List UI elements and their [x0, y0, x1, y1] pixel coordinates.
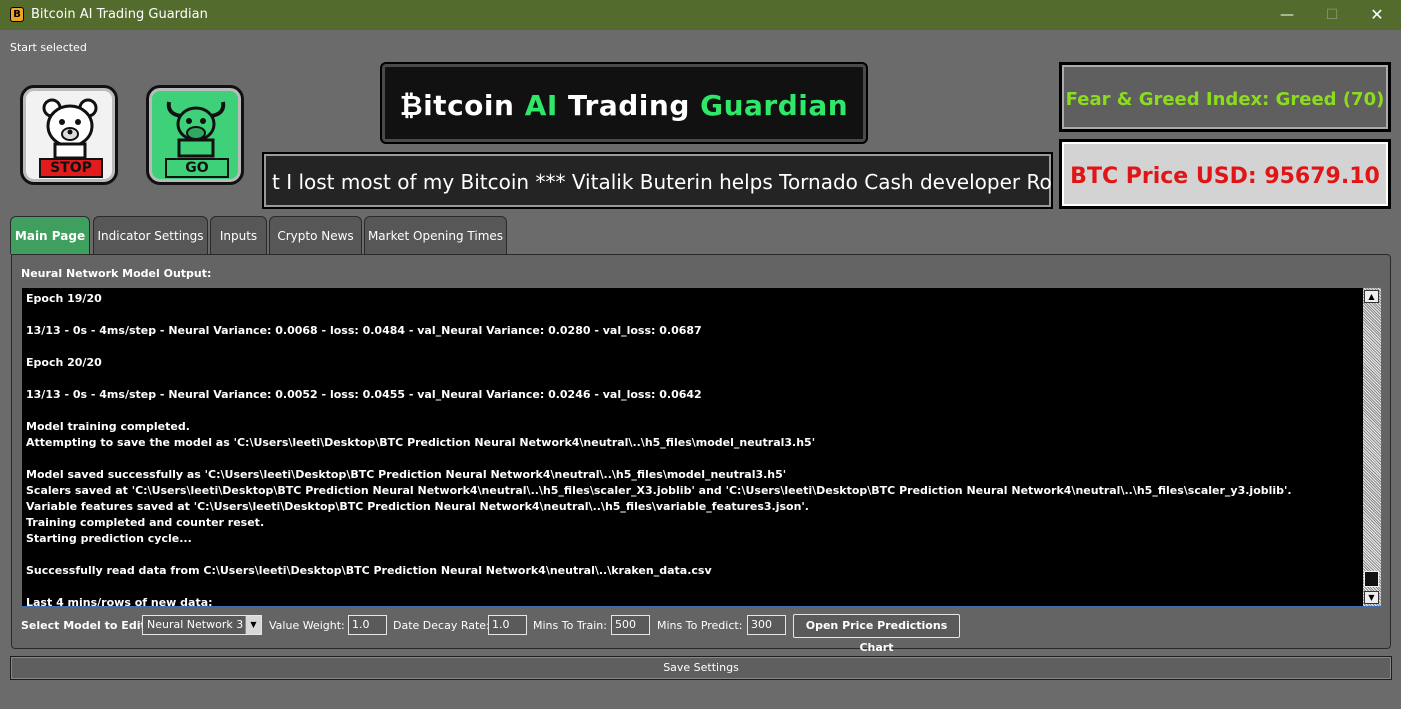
window-title: Bitcoin AI Trading Guardian	[31, 7, 208, 22]
stop-button[interactable]: STOP	[20, 85, 118, 185]
save-settings-button[interactable]: Save Settings	[10, 656, 1392, 680]
logo-bitcoin: ₿itcoin	[399, 89, 525, 122]
news-ticker: t I lost most of my Bitcoin *** Vitalik …	[262, 152, 1053, 209]
console-text: Epoch 19/20 13/13 - 0s - 4ms/step - Neur…	[26, 291, 1361, 607]
tab-inputs[interactable]: Inputs	[210, 216, 267, 254]
date-decay-input[interactable]: 1.0	[488, 615, 527, 635]
console-line: Attempting to save the model as 'C:\User…	[26, 436, 816, 449]
maximize-icon[interactable]: ☐	[1309, 0, 1355, 30]
status-text: Start selected	[10, 41, 87, 54]
model-output-console[interactable]: Epoch 19/20 13/13 - 0s - 4ms/step - Neur…	[21, 287, 1382, 607]
fear-greed-panel: Fear & Greed Index: Greed (70)	[1059, 62, 1391, 132]
console-line: 13/13 - 0s - 4ms/step - Neural Variance:…	[26, 388, 702, 401]
tab-market-opening-times[interactable]: Market Opening Times	[364, 216, 507, 254]
console-scrollbar[interactable]: ▲ ▼	[1363, 288, 1381, 606]
console-line: Epoch 20/20	[26, 356, 102, 369]
open-price-predictions-chart-button[interactable]: Open Price Predictions Chart	[793, 614, 960, 654]
bear-icon	[42, 98, 98, 160]
console-line: Variable features saved at 'C:\Users\lee…	[26, 500, 809, 513]
mins-to-predict-input[interactable]: 300	[747, 615, 786, 635]
minimize-icon[interactable]: —	[1264, 0, 1310, 30]
go-button[interactable]: GO	[146, 85, 244, 185]
console-line: Training completed and counter reset.	[26, 516, 265, 529]
btc-price-panel: BTC Price USD: 95679.10	[1059, 139, 1391, 209]
panel-title: Neural Network Model Output:	[21, 267, 212, 280]
console-line: Model saved successfully as 'C:\Users\le…	[26, 468, 787, 481]
app-logo: ₿itcoin AI Trading Guardian	[380, 62, 868, 144]
console-line: Epoch 19/20	[26, 292, 102, 305]
model-select[interactable]: Neural Network 3 ▼	[142, 615, 262, 635]
console-line: Scalers saved at 'C:\Users\leeti\Desktop…	[26, 484, 1292, 497]
model-select-value: Neural Network 3	[147, 618, 244, 631]
value-weight-input[interactable]: 1.0	[348, 615, 387, 635]
bull-icon	[166, 101, 226, 158]
scroll-down-icon[interactable]: ▼	[1364, 591, 1379, 604]
date-decay-label: Date Decay Rate:	[393, 619, 490, 632]
console-line: Model training completed.	[26, 420, 190, 433]
bitcoin-app-icon: B	[10, 7, 24, 22]
console-line: 13/13 - 0s - 4ms/step - Neural Variance:…	[26, 324, 702, 337]
console-line: Last 4 mins/rows of new data:	[26, 596, 213, 607]
chevron-down-icon[interactable]: ▼	[245, 616, 261, 634]
value-weight-label: Value Weight:	[269, 619, 345, 632]
stop-label: STOP	[39, 158, 103, 178]
logo-trading: Trading	[557, 89, 701, 122]
news-ticker-text: t I lost most of my Bitcoin *** Vitalik …	[272, 170, 1053, 194]
mins-to-train-label: Mins To Train:	[533, 619, 607, 632]
scroll-up-icon[interactable]: ▲	[1364, 290, 1379, 303]
tab-main-page[interactable]: Main Page	[10, 216, 90, 254]
logo-guardian: Guardian	[700, 89, 849, 122]
mins-to-train-input[interactable]: 500	[611, 615, 650, 635]
scrollbar-thumb[interactable]	[1364, 571, 1379, 587]
console-line: Starting prediction cycle...	[26, 532, 192, 545]
btc-price-text: BTC Price USD: 95679.10	[1070, 164, 1380, 189]
fear-greed-text: Fear & Greed Index: Greed (70)	[1065, 89, 1385, 110]
mins-to-predict-label: Mins To Predict:	[657, 619, 743, 632]
select-model-label: Select Model to Edit:	[21, 619, 151, 632]
logo-ai: AI	[524, 89, 558, 122]
close-icon[interactable]: ✕	[1354, 0, 1400, 30]
logo-text: ₿itcoin AI Trading Guardian	[382, 90, 866, 122]
console-line: Successfully read data from C:\Users\lee…	[26, 564, 712, 577]
title-bar: B Bitcoin AI Trading Guardian — ☐ ✕	[0, 0, 1401, 30]
go-label: GO	[165, 158, 229, 178]
tab-indicator-settings[interactable]: Indicator Settings	[93, 216, 208, 254]
tab-crypto-news[interactable]: Crypto News	[269, 216, 362, 254]
